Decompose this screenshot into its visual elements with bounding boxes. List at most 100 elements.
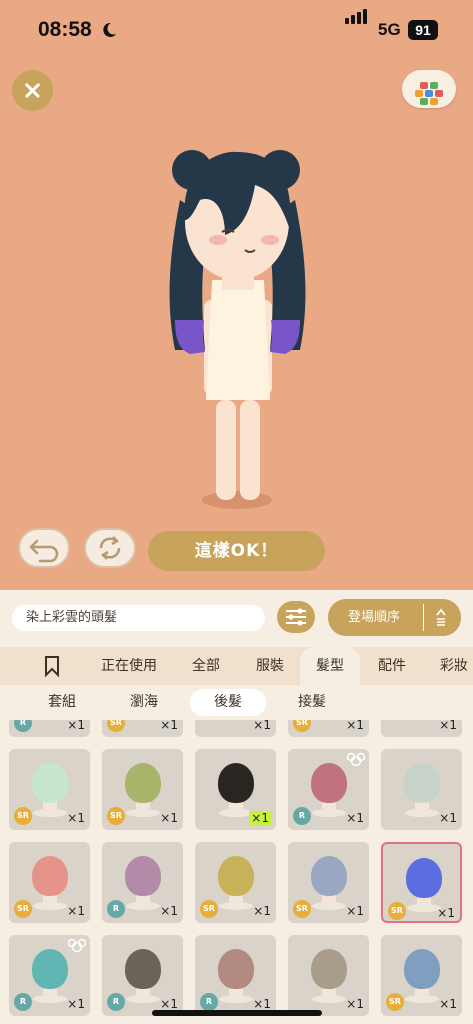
hair-thumbnail: [404, 763, 440, 803]
item-count: ×1: [160, 997, 178, 1011]
rarity-badge: SR: [107, 807, 125, 825]
rarity-badge: R: [293, 807, 311, 825]
rarity-badge: SR: [14, 807, 32, 825]
tab-accessories[interactable]: 配件: [368, 647, 416, 685]
item-card[interactable]: ×1: [288, 935, 369, 1016]
subtab-extensions[interactable]: 接髮: [274, 689, 350, 716]
mannequin-stand: [33, 809, 67, 817]
color-palette-button[interactable]: [402, 70, 456, 108]
item-card[interactable]: R ×1: [102, 935, 183, 1016]
item-count: ×1: [346, 904, 364, 918]
item-count: ×1: [160, 720, 178, 732]
tab-makeup[interactable]: 彩妝: [430, 647, 473, 685]
item-card[interactable]: ×1: [195, 720, 276, 737]
item-count: ×1: [160, 904, 178, 918]
item-count: ×1: [346, 811, 364, 825]
sort-order-icon[interactable]: [435, 608, 447, 627]
rarity-badge: R: [14, 720, 32, 732]
hair-thumbnail: [32, 763, 68, 803]
item-card[interactable]: ×1: [381, 749, 462, 830]
rarity-badge: SR: [107, 720, 125, 732]
mannequin-stand: [33, 995, 67, 1003]
item-card[interactable]: ×1: [195, 749, 276, 830]
hair-thumbnail: [125, 949, 161, 989]
rarity-badge: SR: [293, 900, 311, 918]
item-card[interactable]: R ×1: [102, 842, 183, 923]
tab-bookmark[interactable]: [32, 647, 72, 685]
tab-clothing[interactable]: 服裝: [246, 647, 294, 685]
tab-all[interactable]: 全部: [182, 647, 230, 685]
item-card[interactable]: R ×1: [9, 720, 90, 737]
refresh-icon: [99, 536, 121, 560]
item-card[interactable]: SR ×1: [381, 935, 462, 1016]
reset-button[interactable]: [84, 528, 136, 568]
hair-thumbnail: [32, 856, 68, 896]
undo-icon: [29, 539, 59, 563]
hair-thumbnail: [404, 949, 440, 989]
item-count: ×1: [67, 811, 85, 825]
item-card[interactable]: SR ×1: [102, 749, 183, 830]
battery-indicator: 91: [408, 20, 438, 40]
hair-thumbnail: [218, 763, 254, 803]
mannequin-stand: [405, 995, 439, 1003]
hair-subtabs: 套組 瀏海 後髮 接髮: [0, 685, 473, 720]
rarity-badge: SR: [388, 902, 406, 920]
item-card[interactable]: SR ×1: [195, 842, 276, 923]
rarity-badge: R: [14, 993, 32, 1011]
network-label: 5G: [378, 20, 401, 39]
tab-hairstyle[interactable]: 髮型: [300, 647, 360, 685]
status-bar: 08:58 5G 91: [0, 0, 473, 62]
rarity-badge: SR: [386, 993, 404, 1011]
subtab-back-hair[interactable]: 後髮: [190, 689, 266, 716]
item-card[interactable]: ×1: [381, 720, 462, 737]
undo-button[interactable]: [18, 528, 70, 568]
item-card[interactable]: SR ×1: [102, 720, 183, 737]
mannequin-stand: [312, 809, 346, 817]
status-time: 08:58: [38, 18, 92, 41]
item-card[interactable]: R ×1: [195, 935, 276, 1016]
hair-thumbnail: [32, 949, 68, 989]
mannequin-stand: [407, 904, 441, 912]
item-count: ×1: [249, 811, 271, 825]
item-count: ×1: [346, 720, 364, 732]
bear-ears-icon: [68, 938, 86, 952]
item-card[interactable]: SR ×1: [381, 842, 462, 923]
hair-thumbnail: [218, 949, 254, 989]
item-card[interactable]: R ×1: [9, 935, 90, 1016]
item-card[interactable]: R ×1: [288, 749, 369, 830]
sliders-icon: [286, 608, 306, 626]
hair-thumbnail: [218, 856, 254, 896]
item-card[interactable]: SR ×1: [9, 842, 90, 923]
tab-in-use[interactable]: 正在使用: [92, 647, 166, 685]
mannequin-stand: [405, 809, 439, 817]
hair-thumbnail: [125, 763, 161, 803]
mannequin-stand: [219, 809, 253, 817]
sort-button[interactable]: 登場順序: [328, 599, 461, 636]
mannequin-stand: [33, 902, 67, 910]
item-card[interactable]: SR ×1: [288, 842, 369, 923]
rarity-badge: R: [107, 993, 125, 1011]
category-tabs: 正在使用 全部 服裝 髮型 配件 彩妝: [0, 647, 473, 685]
rarity-badge: R: [107, 900, 125, 918]
mannequin-stand: [126, 809, 160, 817]
mannequin-stand: [312, 995, 346, 1003]
item-card[interactable]: SR ×1: [9, 749, 90, 830]
mannequin-stand: [126, 902, 160, 910]
item-card[interactable]: SR ×1: [288, 720, 369, 737]
item-count: ×1: [253, 997, 271, 1011]
avatar-preview: [169, 150, 306, 509]
subtab-bangs[interactable]: 瀏海: [106, 689, 182, 716]
hair-thumbnail: [311, 763, 347, 803]
rarity-badge: SR: [14, 900, 32, 918]
confirm-button[interactable]: 這樣OK！: [148, 531, 325, 571]
hair-thumbnail: [311, 949, 347, 989]
item-grid: R ×1 SR ×1 ×1 SR ×1 ×1 SR ×1 SR ×1 ×1 R ×1 ×1 SR ×1 R ×1 SR ×…: [0, 720, 473, 1024]
subtab-set[interactable]: 套組: [24, 689, 100, 716]
close-button[interactable]: [12, 70, 53, 111]
item-count: ×1: [439, 997, 457, 1011]
item-count: ×1: [67, 997, 85, 1011]
mannequin-stand: [219, 995, 253, 1003]
search-input[interactable]: 染上彩雲的頭髮: [12, 605, 265, 631]
item-count: ×1: [253, 720, 271, 732]
filter-button[interactable]: [277, 601, 315, 633]
